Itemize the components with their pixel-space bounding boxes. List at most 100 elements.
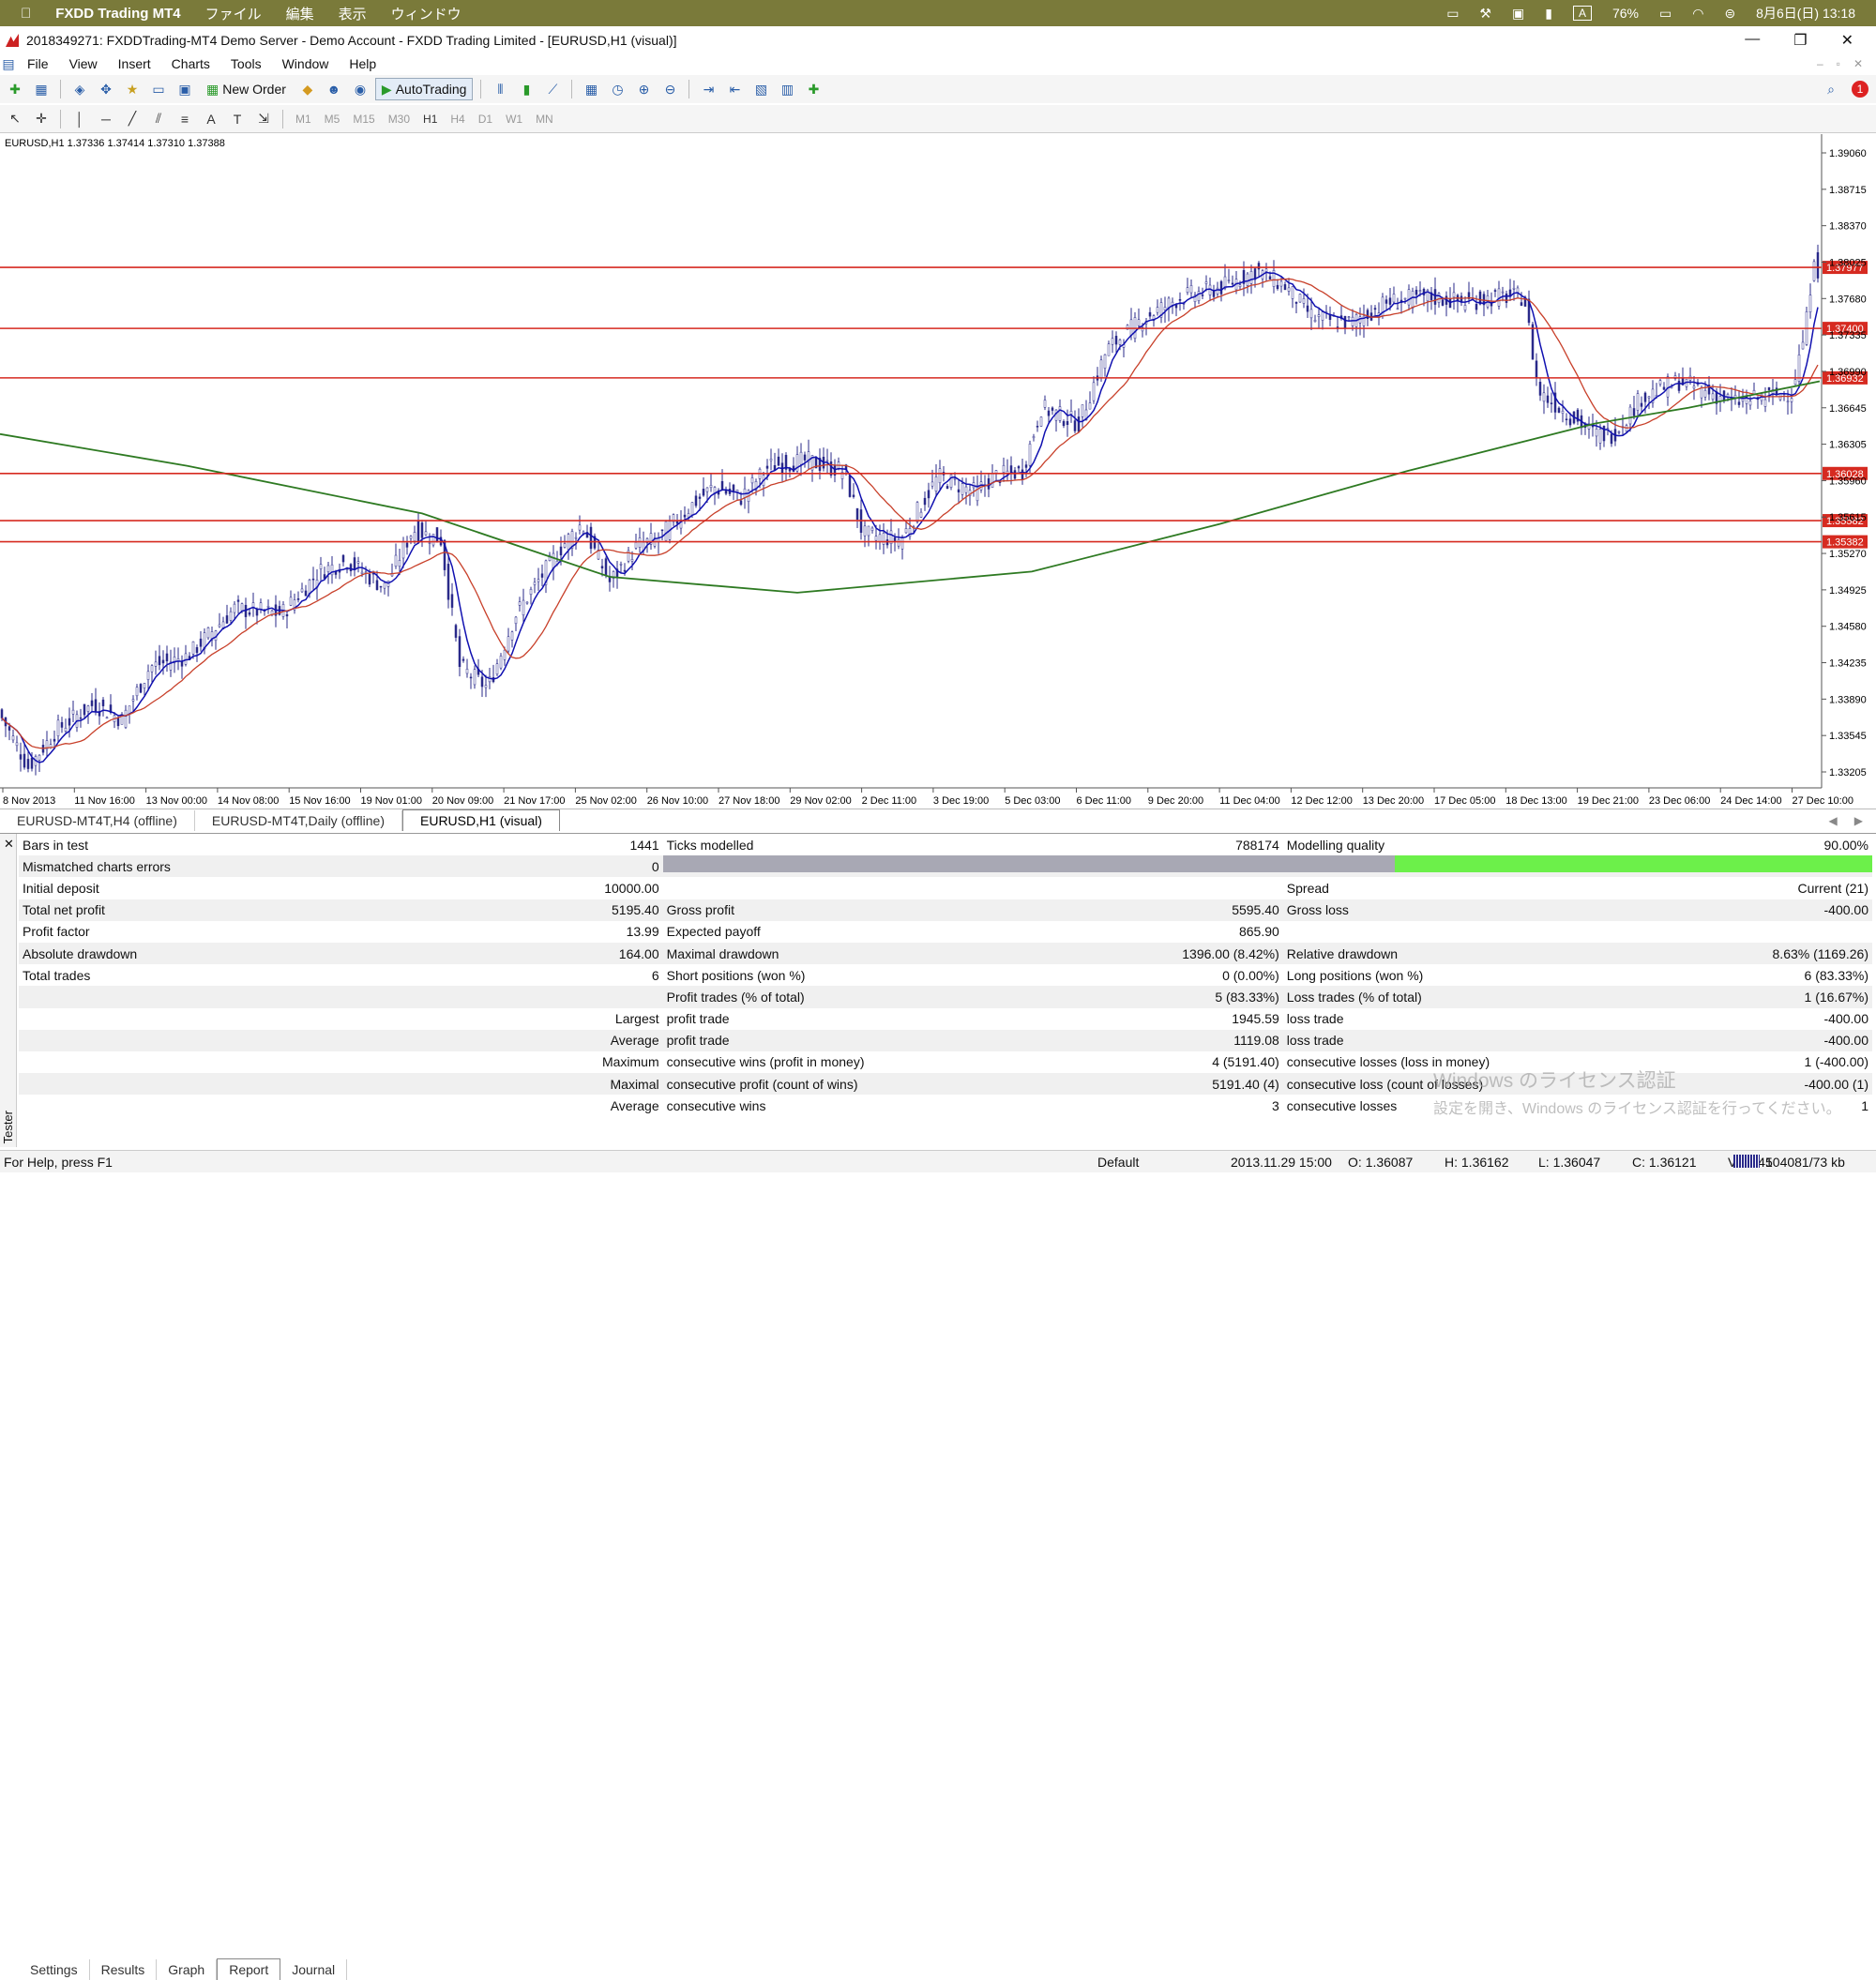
metaeditor-icon[interactable]: ◆	[296, 79, 319, 99]
report-value-b: 4 (5191.40)	[1212, 1054, 1279, 1070]
report-label-b: Expected payoff	[666, 924, 761, 940]
menu-help[interactable]: Help	[339, 56, 386, 71]
mac-menu-file[interactable]: ファイル	[205, 4, 262, 23]
mac-menu-edit[interactable]: 編集	[286, 4, 314, 23]
screen-mirror-icon[interactable]: ▣	[1512, 6, 1524, 22]
candle-body	[687, 513, 690, 518]
zoom-out-icon[interactable]: ⊖	[658, 79, 681, 99]
mac-menu-window[interactable]: ウィンドウ	[391, 4, 461, 23]
new-order-button[interactable]: ▦ New Order	[200, 78, 293, 100]
candle-body	[1595, 429, 1598, 437]
mac-clock[interactable]: 8月6日(日) 13:18	[1756, 4, 1855, 23]
cursor-icon[interactable]: ↖	[4, 109, 26, 129]
restore-button[interactable]: ❐	[1793, 31, 1807, 50]
price-chart[interactable]: 1.379771.374001.369321.360281.355821.353…	[0, 134, 1876, 809]
search-icon[interactable]: ⌕	[1820, 79, 1842, 99]
menu-insert[interactable]: Insert	[108, 56, 161, 71]
trendline-icon[interactable]: ╱	[121, 109, 144, 129]
market-watch-icon[interactable]: ◈	[68, 79, 91, 99]
text-icon[interactable]: A	[200, 109, 222, 129]
timeframe-h4[interactable]: H4	[446, 113, 469, 126]
terminal-icon[interactable]: ▭	[147, 79, 170, 99]
timeframe-d1[interactable]: D1	[474, 113, 497, 126]
community-icon[interactable]: ☻	[323, 79, 345, 99]
notification-badge[interactable]: 1	[1852, 81, 1868, 98]
tab-scroll-right-icon[interactable]: ▶	[1854, 814, 1863, 827]
tab-journal[interactable]: Journal	[280, 1959, 348, 1980]
contacts-icon[interactable]: ▮	[1545, 6, 1552, 22]
tab-report[interactable]: Report	[217, 1958, 281, 1980]
channel-icon[interactable]: ⫽	[147, 109, 170, 129]
tab-scroll-left-icon[interactable]: ◀	[1829, 814, 1838, 827]
chart-tab-daily[interactable]: EURUSD-MT4T,Daily (offline)	[195, 810, 402, 831]
timeframe-mn[interactable]: MN	[531, 113, 558, 126]
arrows-icon[interactable]: ⇲	[252, 109, 275, 129]
chart-tab-h1-visual[interactable]: EURUSD,H1 (visual)	[402, 809, 560, 831]
candle-body	[1411, 291, 1415, 309]
navigator-icon[interactable]: ★	[121, 79, 144, 99]
chart-tab-h4[interactable]: EURUSD-MT4T,H4 (offline)	[0, 810, 195, 831]
tools-icon[interactable]: ⚒	[1479, 6, 1491, 22]
menu-window[interactable]: Window	[272, 56, 340, 71]
control-center-icon[interactable]: ⊜	[1724, 6, 1735, 22]
mdi-minimize-button[interactable]: –	[1817, 57, 1823, 70]
time-label: 11 Nov 16:00	[74, 795, 135, 807]
timeframe-m15[interactable]: M15	[348, 113, 379, 126]
text-label-icon[interactable]: T	[226, 109, 249, 129]
minimize-button[interactable]: —	[1745, 31, 1760, 50]
sidebar-icon[interactable]: ▭	[1446, 6, 1459, 22]
strategy-tester-icon[interactable]: ▣	[174, 79, 196, 99]
menu-tools[interactable]: Tools	[220, 56, 272, 71]
mdi-restore-button[interactable]: ▫	[1837, 57, 1840, 70]
add-icon[interactable]: ✚	[802, 79, 825, 99]
candle-body	[1493, 290, 1497, 292]
tab-results[interactable]: Results	[90, 1959, 158, 1980]
menu-file[interactable]: File	[17, 56, 59, 71]
apple-icon[interactable]: 	[21, 6, 31, 22]
app-name[interactable]: FXDD Trading MT4	[55, 6, 180, 22]
crosshair-icon[interactable]: ✛	[30, 109, 53, 129]
period-separators-icon[interactable]: ▥	[776, 79, 798, 99]
menu-view[interactable]: View	[59, 56, 108, 71]
fibonacci-icon[interactable]: ≡	[174, 109, 196, 129]
auto-scroll-icon[interactable]: ⇥	[697, 79, 719, 99]
menu-charts[interactable]: Charts	[161, 56, 220, 71]
autotrading-button[interactable]: ▶ AutoTrading	[374, 78, 474, 100]
tab-graph[interactable]: Graph	[157, 1959, 218, 1980]
templates-icon[interactable]: ▦	[580, 79, 602, 99]
vertical-line-icon[interactable]: │	[68, 109, 91, 129]
zoom-in-icon[interactable]: ⊕	[632, 79, 655, 99]
time-label: 14 Nov 08:00	[218, 795, 279, 807]
bar-chart-icon[interactable]: ⫴	[489, 79, 511, 99]
input-source-indicator[interactable]: A	[1572, 6, 1592, 21]
profiles-icon[interactable]: ▦	[30, 79, 53, 99]
close-button[interactable]: ✕	[1841, 31, 1853, 50]
chart-shift-icon[interactable]: ⇤	[723, 79, 746, 99]
timeframe-h1[interactable]: H1	[418, 113, 442, 126]
mac-menu-view[interactable]: 表示	[339, 4, 367, 23]
tab-settings[interactable]: Settings	[19, 1959, 90, 1980]
signals-icon[interactable]: ◉	[349, 79, 371, 99]
status-close: C: 1.36121	[1632, 1154, 1697, 1170]
timeframe-m30[interactable]: M30	[384, 113, 415, 126]
data-window-icon[interactable]: ✥	[95, 79, 117, 99]
indicators-icon[interactable]: ▧	[749, 79, 772, 99]
battery-icon[interactable]: ▭	[1659, 6, 1672, 22]
periods-icon[interactable]: ◷	[606, 79, 628, 99]
mdi-close-button[interactable]: ✕	[1853, 57, 1863, 70]
candlestick-icon[interactable]: ▮	[515, 79, 537, 99]
menu-bar: ▤ File View Insert Charts Tools Window H…	[0, 53, 1876, 75]
timeframe-m5[interactable]: M5	[320, 113, 345, 126]
wifi-icon[interactable]: ◠	[1692, 6, 1703, 22]
horizontal-line-icon[interactable]: ─	[95, 109, 117, 129]
timeframe-w1[interactable]: W1	[501, 113, 527, 126]
candle-body	[139, 684, 143, 693]
report-value-c: 8.63% (1169.26)	[1608, 942, 1872, 965]
candle-body	[1009, 465, 1013, 473]
chart-window-icon[interactable]: ▤	[0, 53, 17, 74]
candle-body	[799, 451, 803, 465]
timeframe-m1[interactable]: M1	[291, 113, 316, 126]
line-chart-icon[interactable]: ⟋	[541, 79, 564, 99]
new-chart-icon[interactable]: ✚	[4, 79, 26, 99]
tester-close-icon[interactable]: ✕	[4, 837, 14, 852]
